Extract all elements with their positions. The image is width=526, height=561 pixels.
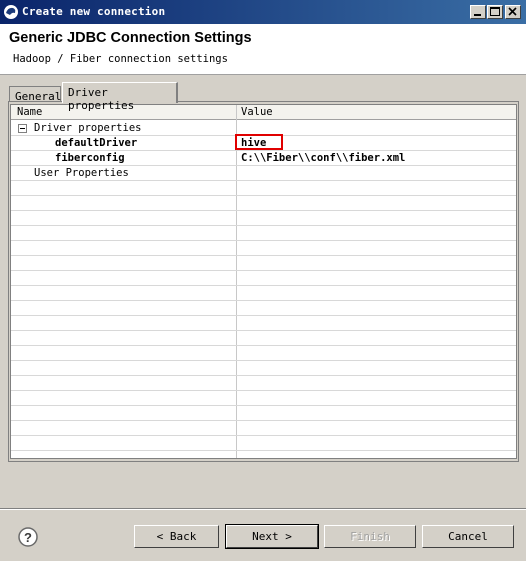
- row-name: fiberconfig: [55, 152, 125, 164]
- empty-table-row: [11, 241, 516, 256]
- title-bar: Create new connection: [0, 0, 526, 24]
- maximize-icon[interactable]: [487, 5, 503, 19]
- column-header-name[interactable]: Name: [17, 106, 42, 118]
- empty-table-row: [11, 226, 516, 241]
- properties-table: Name Value Driver properties defaultDriv…: [10, 104, 517, 459]
- table-row[interactable]: User Properties: [11, 166, 516, 181]
- row-name: User Properties: [34, 167, 129, 179]
- empty-table-row: [11, 331, 516, 346]
- empty-table-row: [11, 451, 516, 458]
- page-title: Generic JDBC Connection Settings: [9, 30, 252, 46]
- tab-driver-properties[interactable]: Driver properties: [62, 82, 178, 112]
- empty-table-row: [11, 406, 516, 421]
- svg-text:?: ?: [24, 530, 32, 545]
- empty-table-row: [11, 376, 516, 391]
- empty-table-row: [11, 196, 516, 211]
- row-value[interactable]: C:\\Fiber\\conf\\fiber.xml: [241, 152, 405, 164]
- page-subtitle: Hadoop / Fiber connection settings: [13, 53, 228, 65]
- row-name: Driver properties: [34, 122, 142, 134]
- dialog-header: Generic JDBC Connection Settings Hadoop …: [0, 24, 526, 75]
- next-button[interactable]: Next >: [225, 524, 319, 549]
- cancel-button[interactable]: Cancel: [422, 525, 514, 548]
- empty-table-row: [11, 181, 516, 196]
- back-button[interactable]: < Back: [134, 525, 219, 548]
- minimize-icon[interactable]: [470, 5, 486, 19]
- empty-table-row: [11, 286, 516, 301]
- bottom-divider: [0, 508, 526, 510]
- finish-button: Finish: [324, 525, 416, 548]
- empty-table-row: [11, 346, 516, 361]
- window-title: Create new connection: [22, 5, 166, 18]
- empty-table-row: [11, 256, 516, 271]
- column-header-value[interactable]: Value: [241, 106, 273, 118]
- empty-table-row: [11, 271, 516, 286]
- empty-table-row: [11, 211, 516, 226]
- collapse-icon[interactable]: [18, 124, 27, 133]
- row-value[interactable]: hive: [241, 137, 266, 149]
- empty-table-row: [11, 436, 516, 451]
- empty-table-row: [11, 421, 516, 436]
- empty-table-row: [11, 361, 516, 376]
- close-icon[interactable]: [505, 5, 521, 19]
- table-row[interactable]: defaultDriver hive: [11, 134, 516, 151]
- empty-table-row: [11, 301, 516, 316]
- app-icon: [4, 5, 18, 19]
- empty-table-row: [11, 391, 516, 406]
- table-row[interactable]: fiberconfig C:\\Fiber\\conf\\fiber.xml: [11, 151, 516, 166]
- row-name: defaultDriver: [55, 137, 138, 149]
- empty-table-row: [11, 316, 516, 331]
- help-icon[interactable]: ?: [18, 527, 38, 547]
